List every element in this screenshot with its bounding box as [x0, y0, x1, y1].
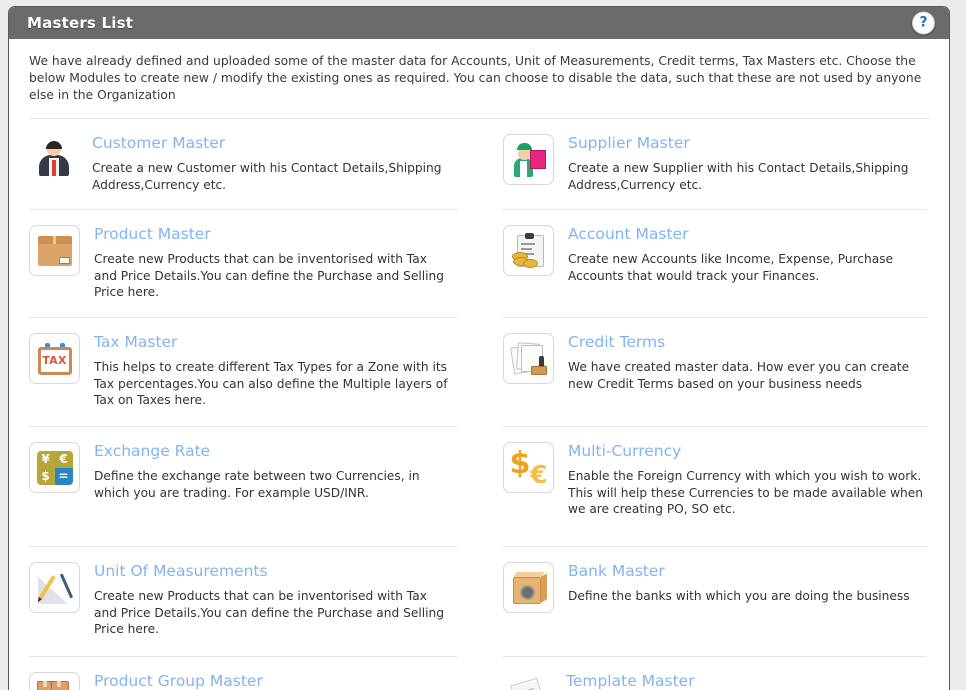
document-pen-icon[interactable] [503, 672, 552, 690]
link-unit-of-measurements[interactable]: Unit Of Measurements [94, 562, 268, 581]
link-bank-master[interactable]: Bank Master [568, 562, 665, 581]
left-column: Customer Master Create a new Customer wi… [9, 119, 479, 690]
list-item-description: Create a new Customer with his Contact D… [92, 161, 442, 192]
list-item[interactable]: Product Master Create new Products that … [29, 210, 457, 318]
list-item[interactable]: $ € Multi-Currency Enable the Foreign Cu… [503, 427, 927, 547]
link-customer-master[interactable]: Customer Master [92, 134, 225, 153]
right-column: Supplier Master Create a new Supplier wi… [479, 119, 949, 690]
euro-glyph: € [59, 452, 68, 466]
list-item-body: Credit Terms We have created master data… [554, 332, 927, 392]
link-tax-master[interactable]: Tax Master [94, 333, 177, 352]
list-item[interactable]: Account Master Create new Accounts like … [503, 210, 927, 318]
businessman-icon[interactable] [29, 134, 78, 183]
masters-columns: Customer Master Create a new Customer wi… [9, 119, 949, 690]
intro-text: We have already defined and uploaded som… [29, 54, 922, 102]
page-title: Masters List [27, 14, 134, 32]
list-item-body: Multi-Currency Enable the Foreign Curren… [554, 441, 927, 518]
list-item-body: Tax Master This helps to create differen… [80, 332, 457, 409]
list-item-description: Define the banks with which you are doin… [568, 589, 910, 603]
list-item-description: Define the exchange rate between two Cur… [94, 469, 420, 500]
window-titlebar: Masters List ? [9, 7, 949, 39]
list-item-description: Create new Products that can be inventor… [94, 252, 444, 299]
list-item[interactable]: Bank Master Define the banks with which … [503, 547, 927, 657]
list-item[interactable]: Template Master Add a template from our … [503, 657, 927, 690]
list-item-description: This helps to create different Tax Types… [94, 360, 448, 407]
masters-list-panel: Masters List ? We have already defined a… [8, 6, 950, 690]
tax-icon-label: TAX [40, 349, 69, 372]
list-item-description: Create new Accounts like Income, Expense… [568, 252, 894, 283]
list-item-body: Product Group Master We have uploaded ma… [80, 671, 457, 690]
list-item[interactable]: TAX Tax Master This helps to create diff… [29, 318, 457, 427]
delivery-person-icon[interactable] [503, 134, 554, 185]
link-credit-terms[interactable]: Credit Terms [568, 333, 665, 352]
list-item-description: Enable the Foreign Currency with which y… [568, 469, 923, 516]
list-item-description: We have created master data. How ever yo… [568, 360, 910, 391]
box-group-icon[interactable] [29, 672, 80, 690]
list-item-body: Customer Master Create a new Customer wi… [78, 133, 457, 193]
list-item-body: Account Master Create new Accounts like … [554, 224, 927, 284]
link-multi-currency[interactable]: Multi-Currency [568, 442, 681, 461]
list-item-body: Unit Of Measurements Create new Products… [80, 561, 457, 638]
link-supplier-master[interactable]: Supplier Master [568, 134, 690, 153]
list-item[interactable]: Product Group Master We have uploaded ma… [29, 657, 457, 690]
help-question-icon[interactable]: ? [912, 11, 935, 35]
list-item[interactable]: Supplier Master Create a new Supplier wi… [503, 119, 927, 210]
mc-euro-glyph: € [530, 459, 548, 489]
list-item[interactable]: Customer Master Create a new Customer wi… [29, 119, 457, 210]
list-item[interactable]: ¥ € $ = Exchange Rate Define the exchang… [29, 427, 457, 547]
list-item[interactable]: Unit Of Measurements Create new Products… [29, 547, 457, 657]
list-item-body: Supplier Master Create a new Supplier wi… [554, 133, 927, 193]
link-exchange-rate[interactable]: Exchange Rate [94, 442, 210, 461]
list-item[interactable]: Credit Terms We have created master data… [503, 318, 927, 427]
safe-box-icon[interactable] [503, 562, 554, 613]
cardboard-box-icon[interactable] [29, 225, 80, 276]
mc-dollar-glyph: $ [509, 445, 531, 481]
clipboard-coins-icon[interactable] [503, 225, 554, 276]
dollar-glyph: $ [41, 469, 50, 483]
list-item-body: Exchange Rate Define the exchange rate b… [80, 441, 457, 501]
list-item-body: Bank Master Define the banks with which … [554, 561, 914, 605]
documents-stamp-icon[interactable] [503, 333, 554, 384]
list-item-body: Template Master Add a template from our … [552, 671, 927, 690]
currency-calculator-icon[interactable]: ¥ € $ = [29, 442, 80, 493]
yen-glyph: ¥ [41, 452, 50, 466]
link-product-master[interactable]: Product Master [94, 225, 211, 244]
ruler-pencil-icon[interactable] [29, 562, 80, 613]
tax-calendar-icon[interactable]: TAX [29, 333, 80, 384]
list-item-body: Product Master Create new Products that … [80, 224, 457, 301]
equals-glyph: = [54, 467, 73, 485]
list-item-description: Create a new Supplier with his Contact D… [568, 161, 909, 192]
link-template-master[interactable]: Template Master [566, 672, 695, 690]
link-product-group-master[interactable]: Product Group Master [94, 672, 263, 690]
link-account-master[interactable]: Account Master [568, 225, 688, 244]
dollar-euro-icon[interactable]: $ € [503, 442, 554, 493]
list-item-description: Create new Products that can be inventor… [94, 589, 444, 636]
help-icon-label: ? [919, 14, 928, 31]
